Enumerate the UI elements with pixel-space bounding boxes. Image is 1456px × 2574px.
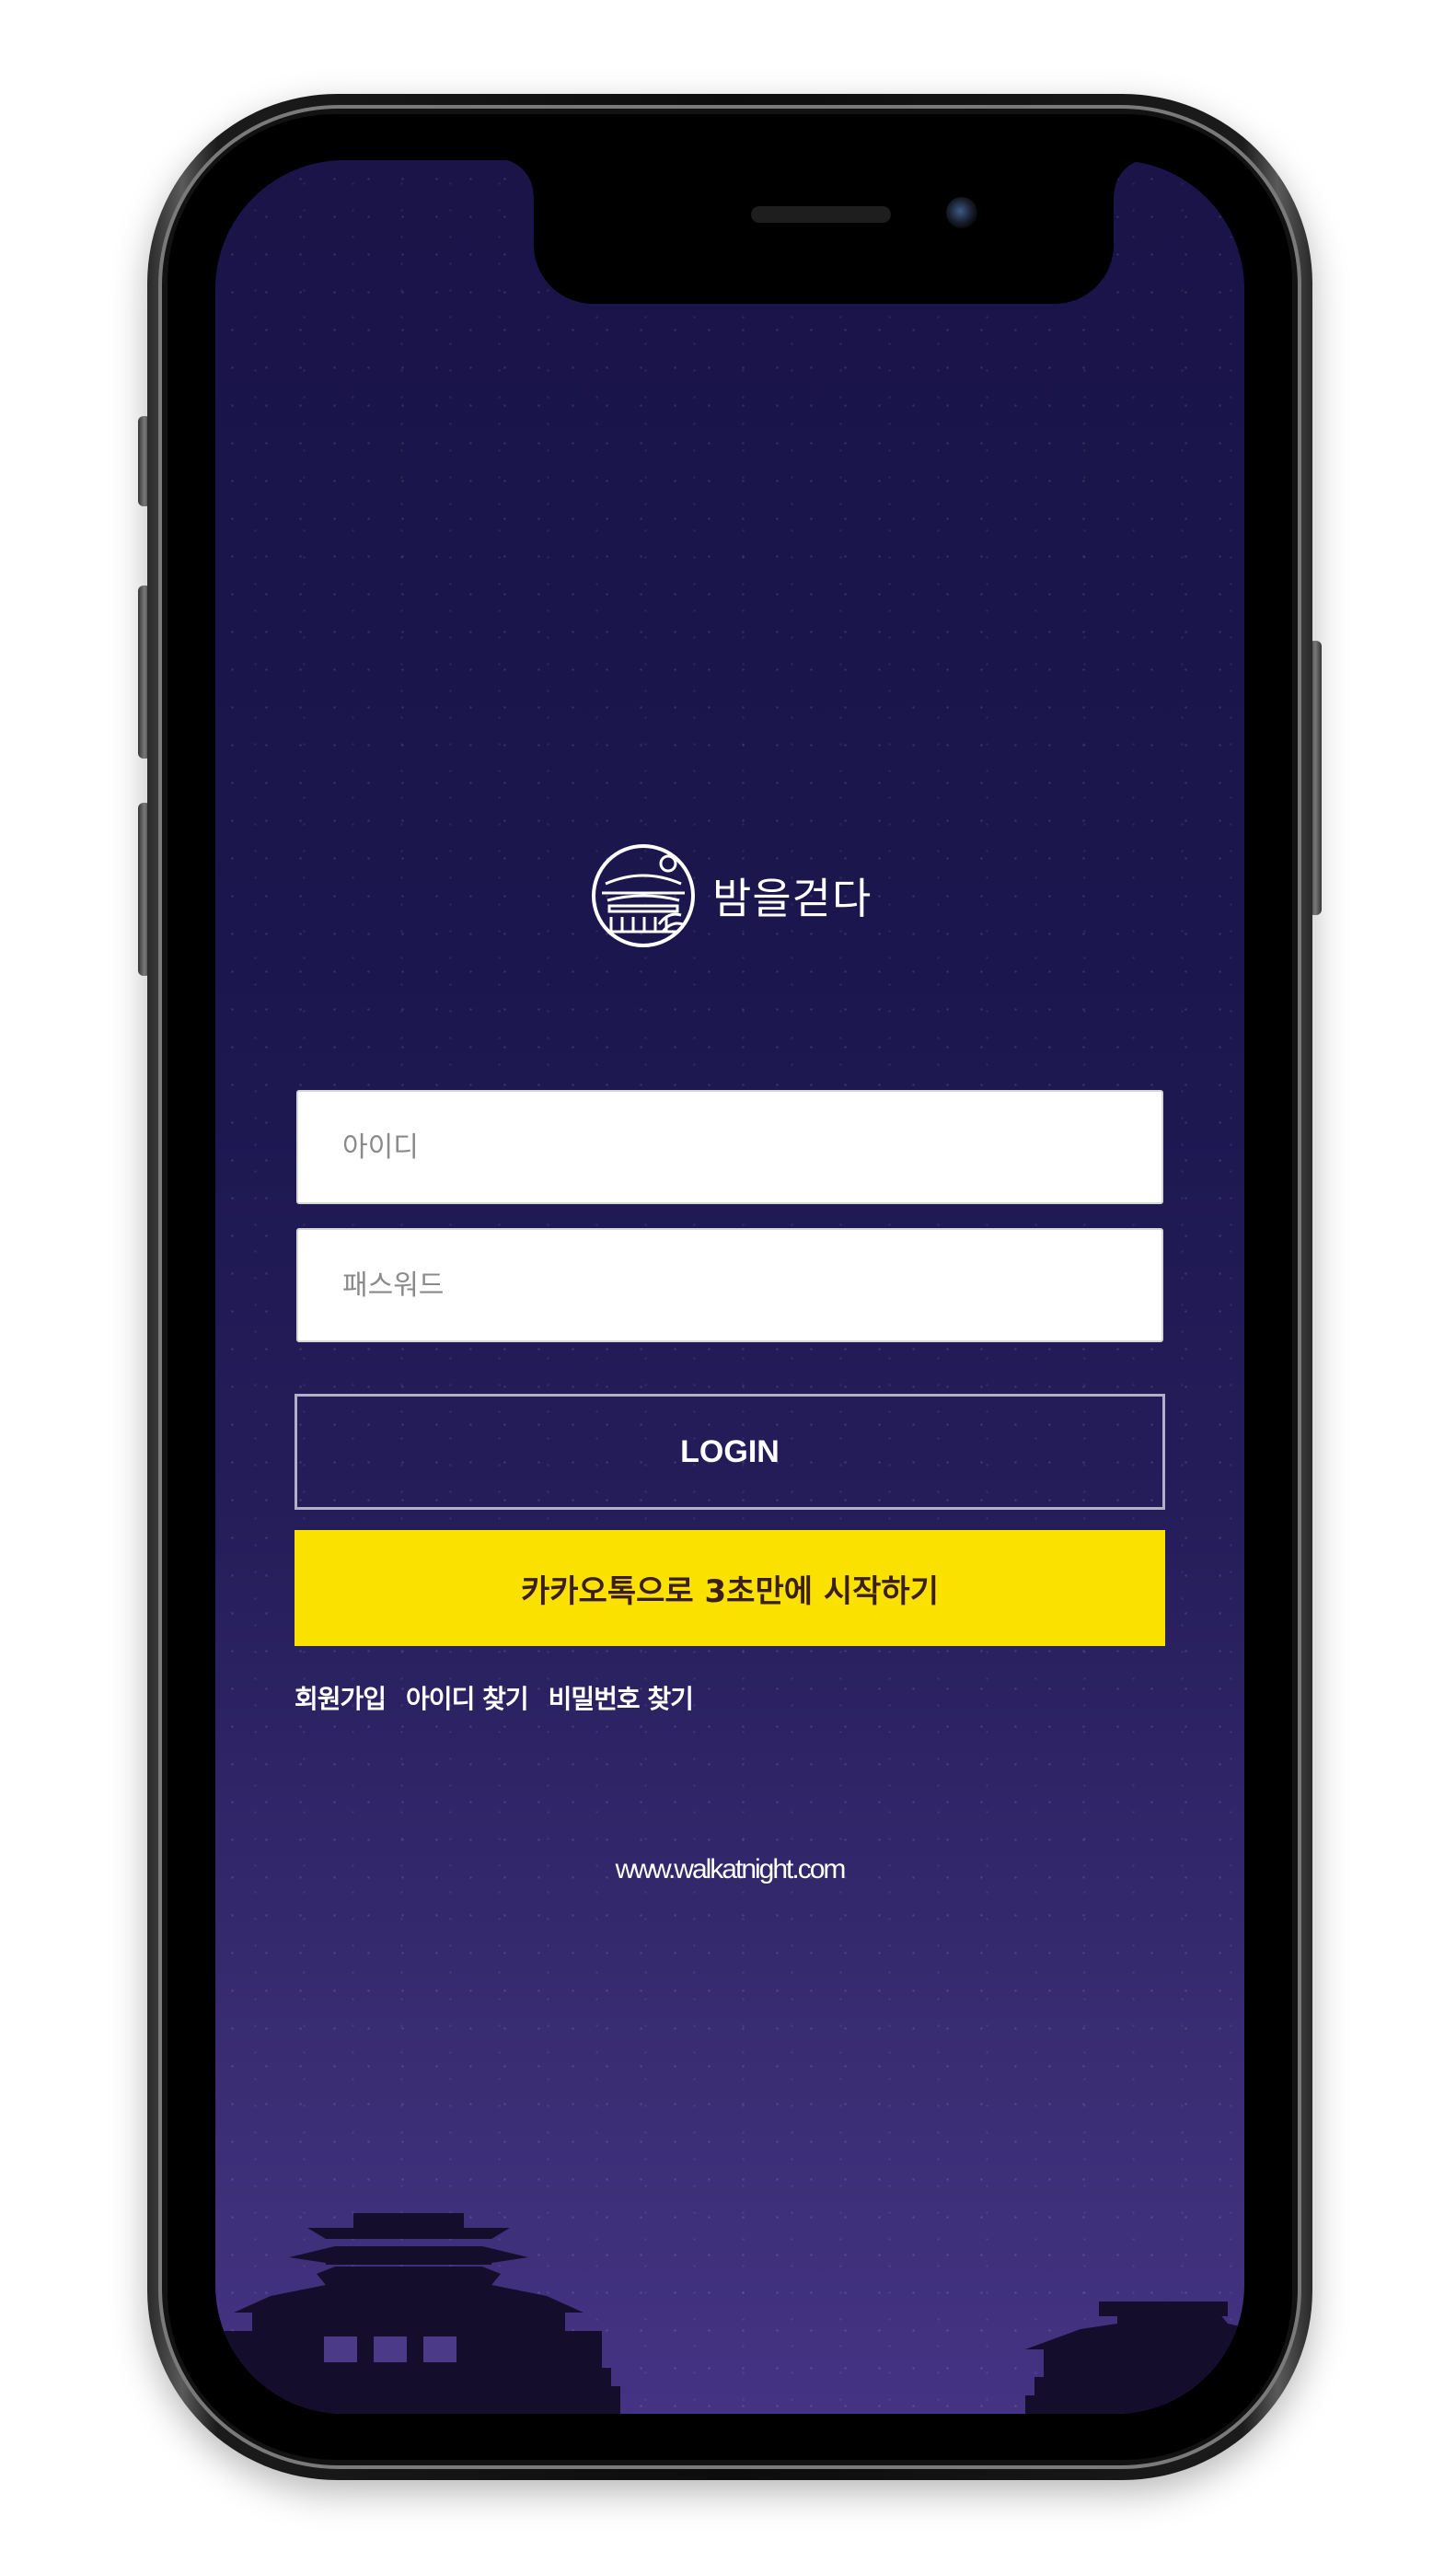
palace-skyline-silhouette (215, 2213, 1244, 2414)
app-logo: 밤을걷다 (591, 843, 872, 948)
password-field-container (296, 1228, 1163, 1342)
id-field-container (296, 1090, 1163, 1204)
device-mockup: 밤을걷다 LOGIN 카카오톡으로 3초만에 시작하기 회원가입 아이디 찾기 … (0, 0, 1456, 2574)
find-password-link[interactable]: 비밀번호 찾기 (549, 1679, 694, 1716)
id-input[interactable] (298, 1092, 1161, 1202)
find-id-link[interactable]: 아이디 찾기 (406, 1679, 529, 1716)
password-input[interactable] (298, 1230, 1161, 1340)
phone-notch (497, 160, 1150, 304)
phone-frame: 밤을걷다 LOGIN 카카오톡으로 3초만에 시작하기 회원가입 아이디 찾기 … (147, 94, 1312, 2480)
night-palace-circle-icon (592, 844, 695, 947)
signup-link[interactable]: 회원가입 (295, 1679, 387, 1716)
website-url[interactable]: www.walkatnight.com (215, 1854, 1244, 1885)
front-camera (946, 197, 977, 228)
earpiece-speaker (751, 206, 891, 223)
kakao-login-button[interactable]: 카카오톡으로 3초만에 시작하기 (295, 1530, 1165, 1646)
login-button[interactable]: LOGIN (295, 1394, 1165, 1510)
logo-text: 밤을걷다 (712, 874, 872, 923)
app-screen: 밤을걷다 LOGIN 카카오톡으로 3초만에 시작하기 회원가입 아이디 찾기 … (215, 160, 1244, 2414)
account-links: 회원가입 아이디 찾기 비밀번호 찾기 (295, 1679, 694, 1716)
